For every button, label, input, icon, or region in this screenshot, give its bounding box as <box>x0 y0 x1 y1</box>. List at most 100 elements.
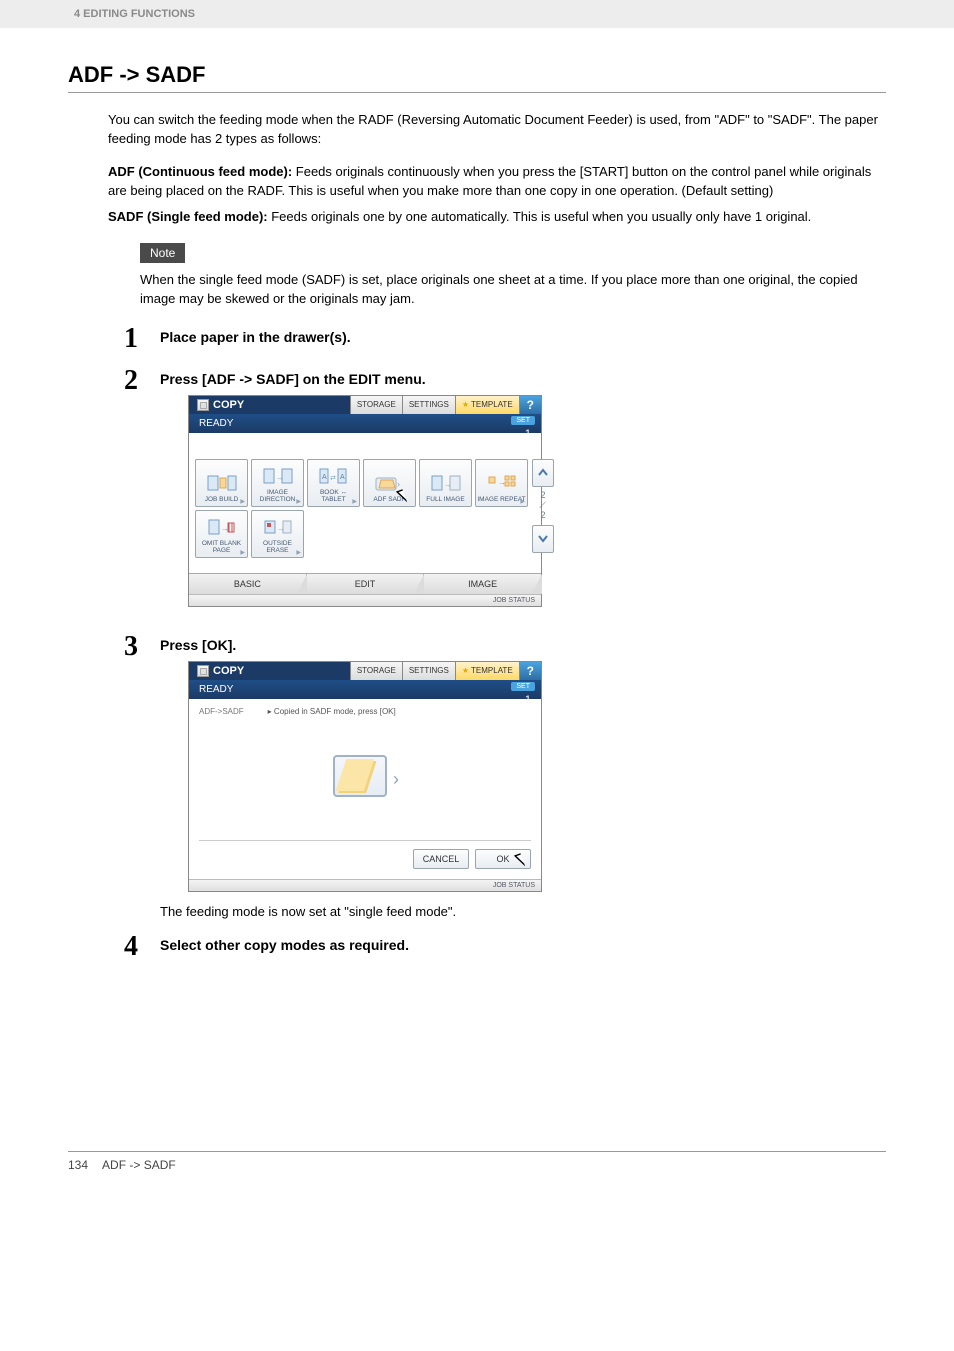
step-1: 1 Place paper in the drawer(s). <box>124 325 886 353</box>
job-status-button[interactable]: JOB STATUS <box>189 594 541 606</box>
ready-label: READY <box>199 684 233 695</box>
note-block: Note When the single feed mode (SADF) is… <box>140 243 886 309</box>
template-button[interactable]: ★TEMPLATE <box>455 396 519 414</box>
section-title: ADF -> SADF <box>68 62 886 88</box>
set-badge: SET <box>511 682 535 691</box>
def-sadf: SADF (Single feed mode): Feeds originals… <box>108 208 886 227</box>
star-icon: ★ <box>462 666 469 675</box>
func-book-tablet[interactable]: A⇄A BOOK ↔ TABLET ▶ <box>307 459 360 507</box>
ready-bar: READY SET 1 <box>189 680 541 699</box>
step-3-desc: The feeding mode is now set at "single f… <box>160 904 886 919</box>
cancel-button[interactable]: CANCEL <box>413 849 469 869</box>
func-full-image[interactable]: → FULL IMAGE <box>419 459 472 507</box>
storage-button[interactable]: STORAGE <box>350 396 402 414</box>
step-4: 4 Select other copy modes as required. <box>124 933 886 961</box>
job-build-icon <box>206 473 238 495</box>
copy-label: COPY <box>213 399 244 411</box>
section-title-block: ADF -> SADF <box>68 62 886 93</box>
svg-text:A: A <box>322 474 327 481</box>
step-3-title: Press [OK]. <box>160 637 886 653</box>
template-button[interactable]: ★TEMPLATE <box>455 662 519 680</box>
def-adf-term: ADF (Continuous feed mode): <box>108 164 292 179</box>
storage-button[interactable]: STORAGE <box>350 662 402 680</box>
intro-paragraph: You can switch the feeding mode when the… <box>108 111 886 149</box>
chevron-down-icon <box>538 534 548 544</box>
copy-title: COPY <box>189 662 350 680</box>
copy-label: COPY <box>213 665 244 677</box>
ready-bar: READY SET 1 <box>189 414 541 433</box>
tab-image[interactable]: IMAGE <box>424 574 541 594</box>
step-2-title: Press [ADF -> SADF] on the EDIT menu. <box>160 371 886 387</box>
page-footer: 134 ADF -> SADF <box>68 1151 886 1172</box>
set-count: 1 <box>525 428 531 440</box>
step-1-title: Place paper in the drawer(s). <box>160 329 886 345</box>
outside-erase-icon: → <box>262 517 294 539</box>
chapter-header-text: 4 EDITING FUNCTIONS <box>74 8 195 20</box>
step-3-num: 3 <box>124 633 160 661</box>
set-count: 1 <box>525 694 531 706</box>
page-down-button[interactable] <box>532 525 554 553</box>
tabs: BASIC EDIT IMAGE <box>189 573 541 594</box>
step-2-num: 2 <box>124 367 160 395</box>
book-tablet-icon: A⇄A <box>318 466 350 488</box>
ok-button[interactable]: OK <box>475 849 531 869</box>
crumb-left: ADF->SADF <box>199 707 244 716</box>
func-adf-sadf[interactable]: › ADF SADF <box>363 459 416 507</box>
step-2: 2 Press [ADF -> SADF] on the EDIT menu. … <box>124 367 886 619</box>
func-image-repeat[interactable]: → IMAGE REPEAT ▶ <box>475 459 528 507</box>
cursor-icon <box>516 854 536 876</box>
chevron-icon: ▶ <box>240 499 245 505</box>
edit-menu-screenshot: COPY STORAGE SETTINGS ★TEMPLATE ? READY … <box>188 395 542 607</box>
copy-icon <box>197 399 209 411</box>
help-button[interactable]: ? <box>519 662 541 680</box>
svg-text:A: A <box>340 474 345 481</box>
image-repeat-icon: → <box>486 473 518 495</box>
screen-top-bar: COPY STORAGE SETTINGS ★TEMPLATE ? <box>189 662 541 680</box>
settings-button[interactable]: SETTINGS <box>402 662 455 680</box>
func-omit-blank[interactable]: → OMIT BLANK PAGE ▶ <box>195 510 248 558</box>
chapter-header: 4 EDITING FUNCTIONS <box>0 0 954 28</box>
help-button[interactable]: ? <box>519 396 541 414</box>
image-direction-icon: → <box>262 466 294 488</box>
page-up-button[interactable] <box>532 459 554 487</box>
tab-edit[interactable]: EDIT <box>307 574 425 594</box>
note-text: When the single feed mode (SADF) is set,… <box>140 271 886 309</box>
svg-text:⇄: ⇄ <box>330 475 336 482</box>
func-outside-erase[interactable]: → OUTSIDE ERASE ▶ <box>251 510 304 558</box>
confirm-body: › <box>199 720 531 841</box>
func-image-direction[interactable]: → IMAGE DIRECTION ▶ <box>251 459 304 507</box>
crumb-message: ▸ Copied in SADF mode, press [OK] <box>268 707 396 716</box>
chevron-icon: ▶ <box>352 499 357 505</box>
job-status-button[interactable]: JOB STATUS <box>189 879 541 891</box>
chevron-icon: ▶ <box>296 499 301 505</box>
star-icon: ★ <box>462 400 469 409</box>
step-1-num: 1 <box>124 325 160 353</box>
step-4-title: Select other copy modes as required. <box>160 937 886 953</box>
sadf-mode-icon: › <box>333 755 397 805</box>
definitions: ADF (Continuous feed mode): Feeds origin… <box>108 163 886 228</box>
full-image-icon: → <box>430 473 462 495</box>
ready-label: READY <box>199 418 233 429</box>
step-4-num: 4 <box>124 933 160 961</box>
adf-sadf-icon: › <box>374 473 406 495</box>
copy-icon <box>197 665 209 677</box>
crumb-row: ADF->SADF ▸ Copied in SADF mode, press [… <box>199 707 531 716</box>
note-badge: Note <box>140 243 185 263</box>
tab-basic[interactable]: BASIC <box>189 574 307 594</box>
page-indicator: 2 ⁄ 2 <box>540 491 545 521</box>
chevron-up-icon <box>538 468 548 478</box>
def-adf: ADF (Continuous feed mode): Feeds origin… <box>108 163 886 201</box>
page-scroller: 2 ⁄ 2 <box>532 459 554 561</box>
chevron-icon: ▶ <box>296 550 301 556</box>
func-job-build[interactable]: JOB BUILD ▶ <box>195 459 248 507</box>
def-sadf-body: Feeds originals one by one automatically… <box>268 209 812 224</box>
step-3: 3 Press [OK]. COPY STORAGE SETTINGS ★TEM… <box>124 633 886 919</box>
confirm-screenshot: COPY STORAGE SETTINGS ★TEMPLATE ? READY … <box>188 661 542 892</box>
copy-title: COPY <box>189 396 350 414</box>
settings-button[interactable]: SETTINGS <box>402 396 455 414</box>
footer-title: ADF -> SADF <box>102 1158 176 1172</box>
screen-top-bar: COPY STORAGE SETTINGS ★TEMPLATE ? <box>189 396 541 414</box>
omit-blank-icon: → <box>206 517 238 539</box>
chevron-icon: ▶ <box>520 499 525 505</box>
page-number: 134 <box>68 1158 88 1172</box>
